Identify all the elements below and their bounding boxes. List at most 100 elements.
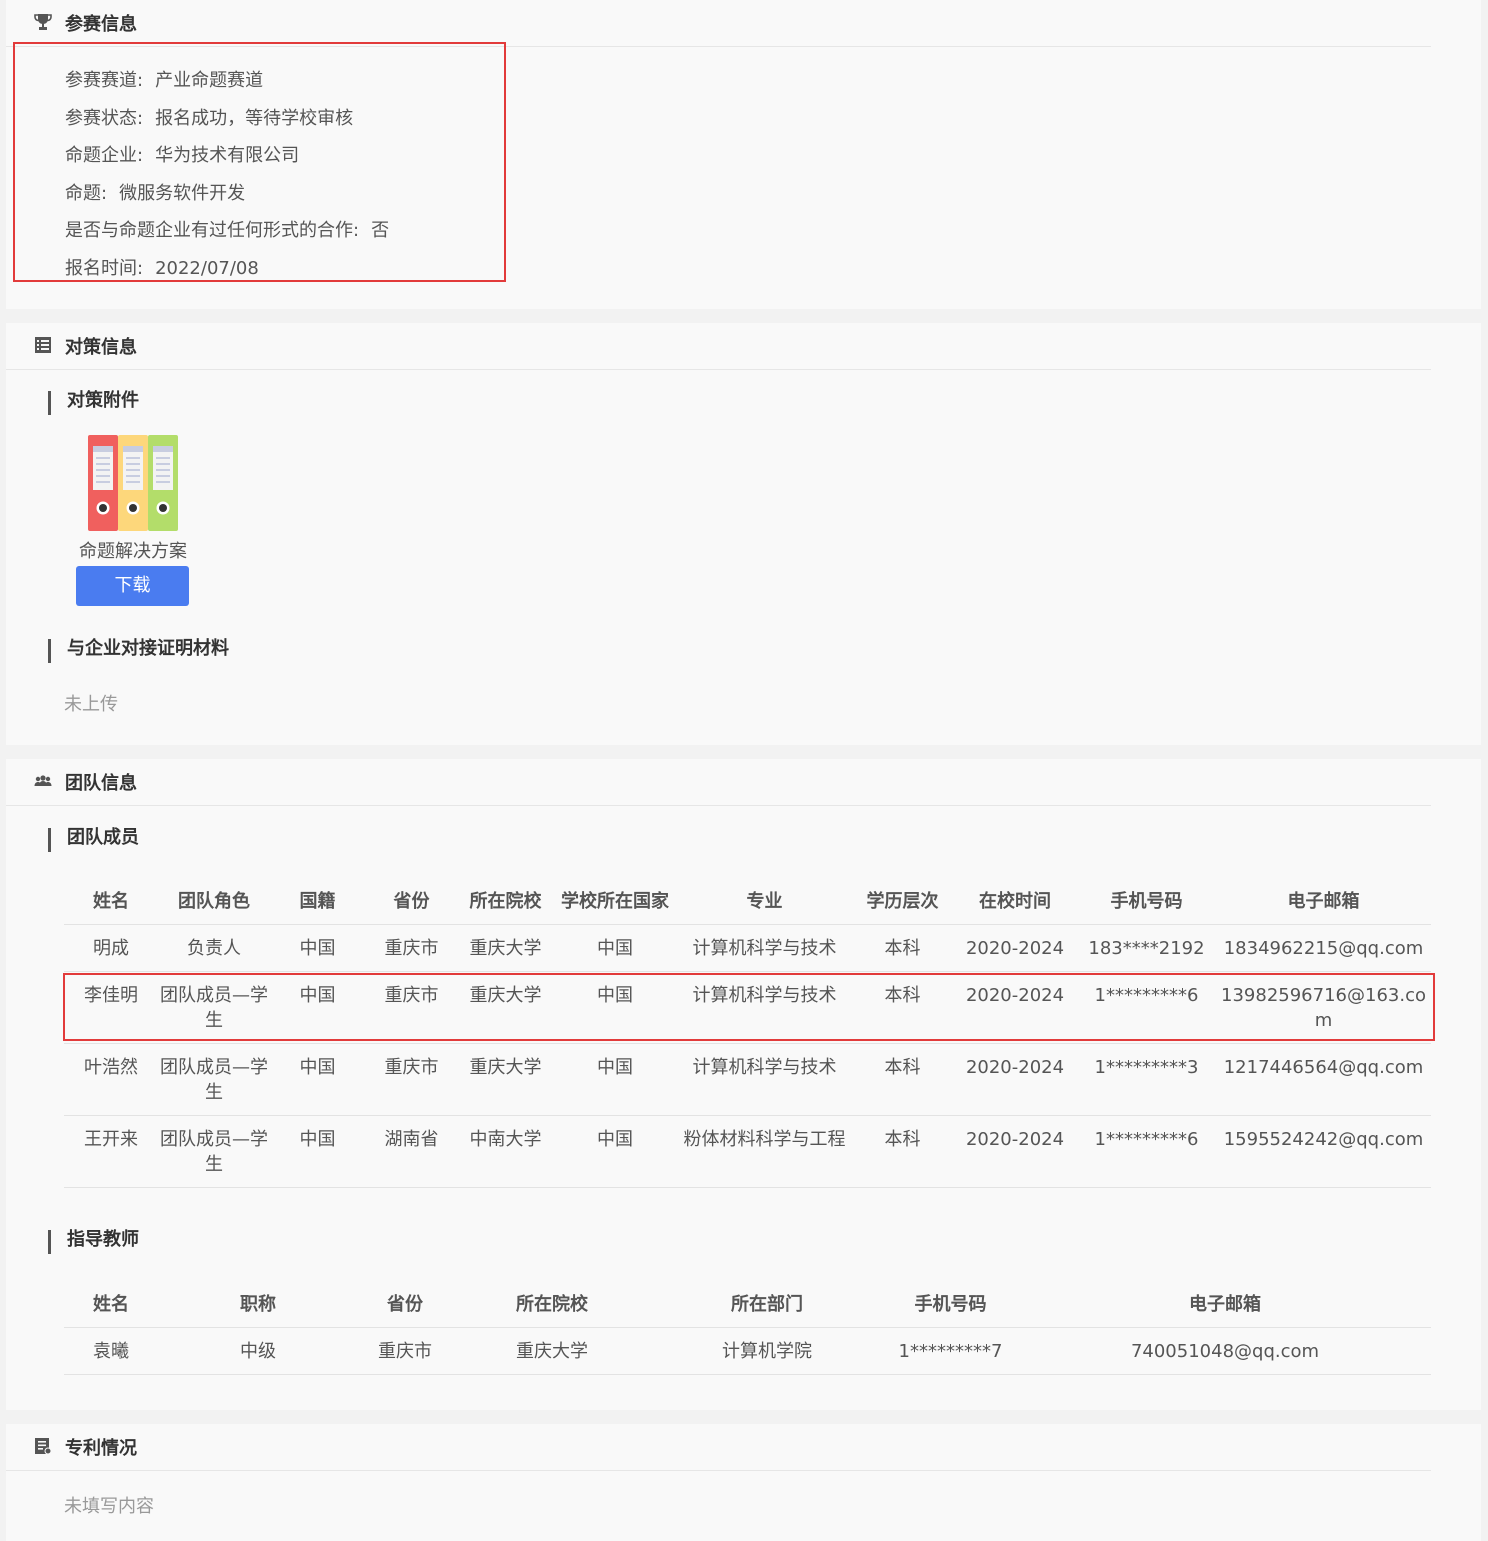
registration-section: 参赛信息 参赛赛道: 产业命题赛道 参赛状态: 报名成功，等待学校审核 命题企业: 华… [6,0,1481,309]
cell-email: 1595524242@qq.com [1216,1115,1431,1188]
cell-degree: 本科 [852,1115,953,1188]
cell-nationality: 中国 [270,924,365,972]
col-header-school: 所在院校 [458,876,553,925]
info-row-status: 参赛状态: 报名成功，等待学校审核 [65,104,353,130]
cell-major: 计算机科学与技术 [677,924,852,972]
registration-title: 参赛信息 [65,14,137,35]
info-label: 命题: [65,183,108,204]
cell-school: 重庆大学 [458,1043,553,1116]
cell-email: 740051048@qq.com [1019,1327,1431,1375]
team-section: 团队信息 团队成员 姓名 团队角色 国籍 省份 所在院校 学校所在国家 专业 学… [6,759,1481,1410]
info-row-track: 参赛赛道: 产业命题赛道 [65,66,263,92]
info-row-topic: 命题: 微服务软件开发 [65,179,245,205]
trophy-icon [34,14,52,30]
info-value: 华为技术有限公司 [155,145,300,166]
col-header-department: 所在部门 [652,1279,882,1328]
cell-name: 叶浩然 [64,1043,158,1116]
cell-school-country: 中国 [553,924,677,972]
info-row-date: 报名时间: 2022/07/08 [65,254,259,280]
cell-province: 重庆市 [365,971,458,1044]
attachment-subtitle: 对策附件 [48,390,139,415]
col-header-school-country: 学校所在国家 [553,876,677,925]
cell-province: 湖南省 [365,1115,458,1188]
attachment-file-name: 命题解决方案 [79,541,187,562]
info-label: 报名时间: [65,258,144,279]
cell-name: 王开来 [64,1115,158,1188]
strategy-section: 对策信息 对策附件 命题解决方案 下载 与企业对接证明材料 未上传 [6,323,1481,745]
cell-email: 1217446564@qq.com [1216,1043,1431,1116]
info-label: 参赛状态: [65,108,144,129]
cell-province: 重庆市 [365,1043,458,1116]
cell-phone: 183****2192 [1077,924,1216,972]
binder-folder-icon[interactable] [88,435,178,531]
cell-nationality: 中国 [270,1043,365,1116]
patent-title: 专利情况 [65,1438,137,1459]
col-header-province: 省份 [358,1279,452,1328]
cell-school-country: 中国 [553,1115,677,1188]
cell-major: 粉体材料科学与工程 [677,1115,852,1188]
cell-email: 1834962215@qq.com [1216,924,1431,972]
table-row: 明成 负责人 中国 重庆市 重庆大学 中国 计算机科学与技术 本科 2020-2… [64,924,1431,972]
team-header: 团队信息 [6,759,1431,806]
download-button[interactable]: 下载 [76,566,189,606]
info-label: 参赛赛道: [65,70,144,91]
cell-period: 2020-2024 [953,1043,1077,1116]
team-title: 团队信息 [65,773,137,794]
col-header-major: 专业 [677,876,852,925]
col-header-role: 团队角色 [158,876,270,925]
col-header-email: 电子邮箱 [1019,1279,1431,1328]
table-row: 李佳明 团队成员—学生 中国 重庆市 重庆大学 中国 计算机科学与技术 本科 2… [64,971,1431,1044]
cell-name: 李佳明 [64,971,158,1044]
cell-role: 负责人 [158,924,270,972]
members-subtitle: 团队成员 [48,827,139,852]
cell-major: 计算机科学与技术 [677,971,852,1044]
registration-highlight-box: 参赛赛道: 产业命题赛道 参赛状态: 报名成功，等待学校审核 命题企业: 华为技术有限… [13,42,506,282]
cell-province: 重庆市 [358,1327,452,1375]
cell-title: 中级 [158,1327,358,1375]
col-header-phone: 手机号码 [882,1279,1019,1328]
cell-nationality: 中国 [270,971,365,1044]
strategy-header: 对策信息 [6,323,1431,370]
info-value: 报名成功，等待学校审核 [155,108,354,129]
info-value: 产业命题赛道 [155,70,264,91]
info-row-company: 命题企业: 华为技术有限公司 [65,141,299,167]
cell-department: 计算机学院 [652,1327,882,1375]
cell-period: 2020-2024 [953,1115,1077,1188]
cell-phone: 1*********3 [1077,1043,1216,1116]
teachers-table: 姓名 职称 省份 所在院校 所在部门 手机号码 电子邮箱 袁曦 中级 重庆市 重… [64,1279,1431,1375]
cell-email: 13982596716@163.com [1216,971,1431,1044]
teachers-table-header: 姓名 职称 省份 所在院校 所在部门 手机号码 电子邮箱 [64,1279,1431,1328]
info-value: 否 [371,220,390,241]
proof-subtitle: 与企业对接证明材料 [48,638,229,663]
team-icon [34,775,52,786]
list-icon [35,337,51,353]
col-header-degree: 学历层次 [852,876,953,925]
patent-section: 专利情况 未填写内容 [6,1424,1481,1541]
patent-status: 未填写内容 [64,1496,154,1517]
col-header-nationality: 国籍 [270,876,365,925]
col-header-name: 姓名 [64,876,158,925]
cell-major: 计算机科学与技术 [677,1043,852,1116]
members-subtitle-text: 团队成员 [67,827,139,848]
col-header-school: 所在院校 [452,1279,652,1328]
cell-role: 团队成员—学生 [158,971,270,1044]
col-header-period: 在校时间 [953,876,1077,925]
proof-status: 未上传 [64,694,118,715]
cell-phone: 1*********6 [1077,971,1216,1044]
cell-degree: 本科 [852,924,953,972]
info-row-cooperation: 是否与命题企业有过任何形式的合作: 否 [65,216,389,242]
table-row: 王开来 团队成员—学生 中国 湖南省 中南大学 中国 粉体材料科学与工程 本科 … [64,1115,1431,1188]
cell-period: 2020-2024 [953,971,1077,1044]
cell-school: 重庆大学 [458,924,553,972]
cell-school: 重庆大学 [452,1327,652,1375]
col-header-email: 电子邮箱 [1216,876,1431,925]
proof-subtitle-text: 与企业对接证明材料 [67,638,229,659]
cell-name: 袁曦 [64,1327,158,1375]
col-header-name: 姓名 [64,1279,158,1328]
col-header-province: 省份 [365,876,458,925]
col-header-title: 职称 [158,1279,358,1328]
teachers-header-row: 姓名 职称 省份 所在院校 所在部门 手机号码 电子邮箱 [64,1279,1431,1328]
table-row: 叶浩然 团队成员—学生 中国 重庆市 重庆大学 中国 计算机科学与技术 本科 2… [64,1043,1431,1116]
cell-phone: 1*********7 [882,1327,1019,1375]
cell-nationality: 中国 [270,1115,365,1188]
